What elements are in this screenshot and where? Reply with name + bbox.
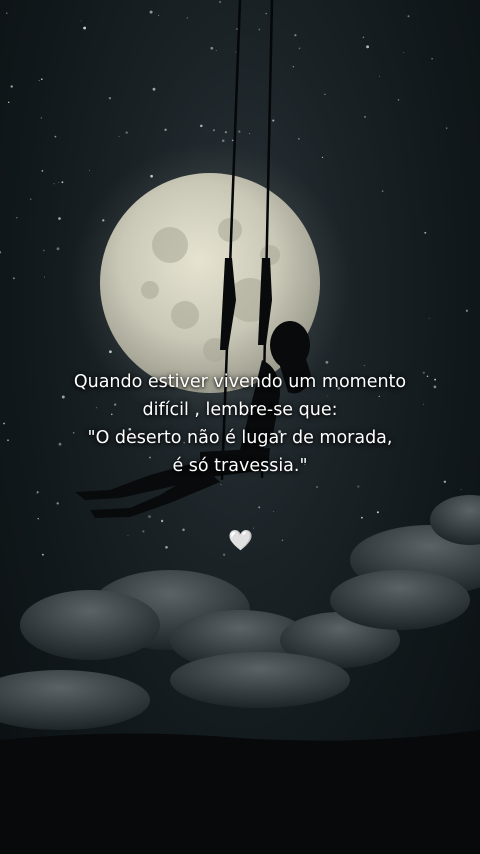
star — [407, 15, 410, 18]
star — [54, 135, 57, 138]
star — [83, 26, 87, 30]
quote-line-3: "O deserto não é lugar de morada, — [87, 428, 393, 448]
star — [41, 170, 44, 172]
star — [56, 247, 60, 251]
star — [381, 190, 384, 192]
star — [362, 36, 365, 39]
wallpaper-image: Quando estiver vivendo um momento difíci… — [0, 0, 480, 854]
star — [6, 12, 8, 14]
star — [40, 117, 42, 119]
star — [42, 553, 44, 556]
star — [219, 1, 222, 4]
star — [294, 34, 297, 37]
star — [56, 502, 59, 505]
star — [397, 99, 400, 101]
star — [43, 249, 45, 252]
star — [0, 251, 2, 254]
star — [460, 489, 462, 491]
star — [43, 276, 45, 278]
star — [108, 97, 112, 100]
star — [212, 129, 215, 132]
star — [221, 139, 225, 142]
star — [149, 10, 153, 14]
star — [378, 75, 381, 78]
quote-line-2: difícil , lembre-se que: — [142, 400, 338, 420]
star — [403, 52, 405, 54]
star — [298, 47, 301, 50]
star — [222, 553, 226, 556]
star — [165, 546, 168, 549]
star — [445, 127, 448, 129]
star — [366, 45, 370, 49]
star — [236, 28, 238, 30]
star — [215, 50, 217, 51]
star — [424, 231, 427, 234]
star — [40, 78, 43, 81]
star — [200, 124, 203, 128]
star — [7, 101, 10, 104]
hill-silhouette — [0, 730, 480, 854]
star — [160, 519, 164, 523]
star — [88, 169, 90, 171]
star — [363, 365, 365, 367]
quote-line-1: Quando estiver vivendo um momento — [73, 372, 407, 392]
star — [364, 116, 366, 118]
star — [281, 539, 284, 541]
star — [273, 511, 275, 513]
star — [3, 422, 5, 425]
star — [238, 130, 241, 133]
star — [235, 51, 237, 53]
star — [148, 515, 151, 519]
quote-line-4: é só travessia." — [172, 456, 308, 476]
star — [164, 128, 167, 132]
star — [443, 480, 447, 484]
star — [182, 528, 185, 532]
star — [127, 535, 129, 537]
star — [431, 57, 433, 60]
star — [357, 485, 360, 488]
star — [30, 198, 32, 200]
star — [152, 87, 156, 91]
star — [265, 12, 267, 15]
star — [13, 277, 15, 280]
white-heart-icon: 🤍 — [228, 528, 253, 552]
star — [224, 131, 227, 134]
star — [258, 506, 261, 509]
star — [253, 527, 254, 529]
star — [321, 156, 324, 158]
star — [272, 119, 275, 122]
star — [58, 217, 61, 220]
star — [37, 518, 39, 520]
star — [80, 20, 82, 22]
star — [61, 181, 64, 184]
star — [376, 511, 379, 514]
star — [186, 17, 188, 19]
star — [58, 181, 60, 183]
star — [118, 136, 120, 137]
star — [361, 516, 363, 519]
star — [428, 317, 430, 319]
star — [220, 484, 222, 486]
star — [324, 93, 326, 96]
star — [53, 183, 55, 185]
star — [258, 28, 261, 31]
star — [316, 486, 318, 488]
star — [36, 492, 38, 494]
star — [298, 138, 300, 140]
star — [158, 14, 160, 16]
star — [10, 85, 13, 88]
star — [465, 309, 469, 312]
quote-text: Quando estiver vivendo um momento difíci… — [40, 368, 440, 480]
star — [38, 80, 40, 82]
star — [125, 131, 128, 134]
star — [292, 66, 294, 68]
star — [231, 139, 234, 142]
star — [7, 439, 9, 442]
star — [142, 530, 145, 533]
star — [210, 46, 214, 50]
star — [16, 217, 18, 219]
star — [249, 133, 250, 135]
